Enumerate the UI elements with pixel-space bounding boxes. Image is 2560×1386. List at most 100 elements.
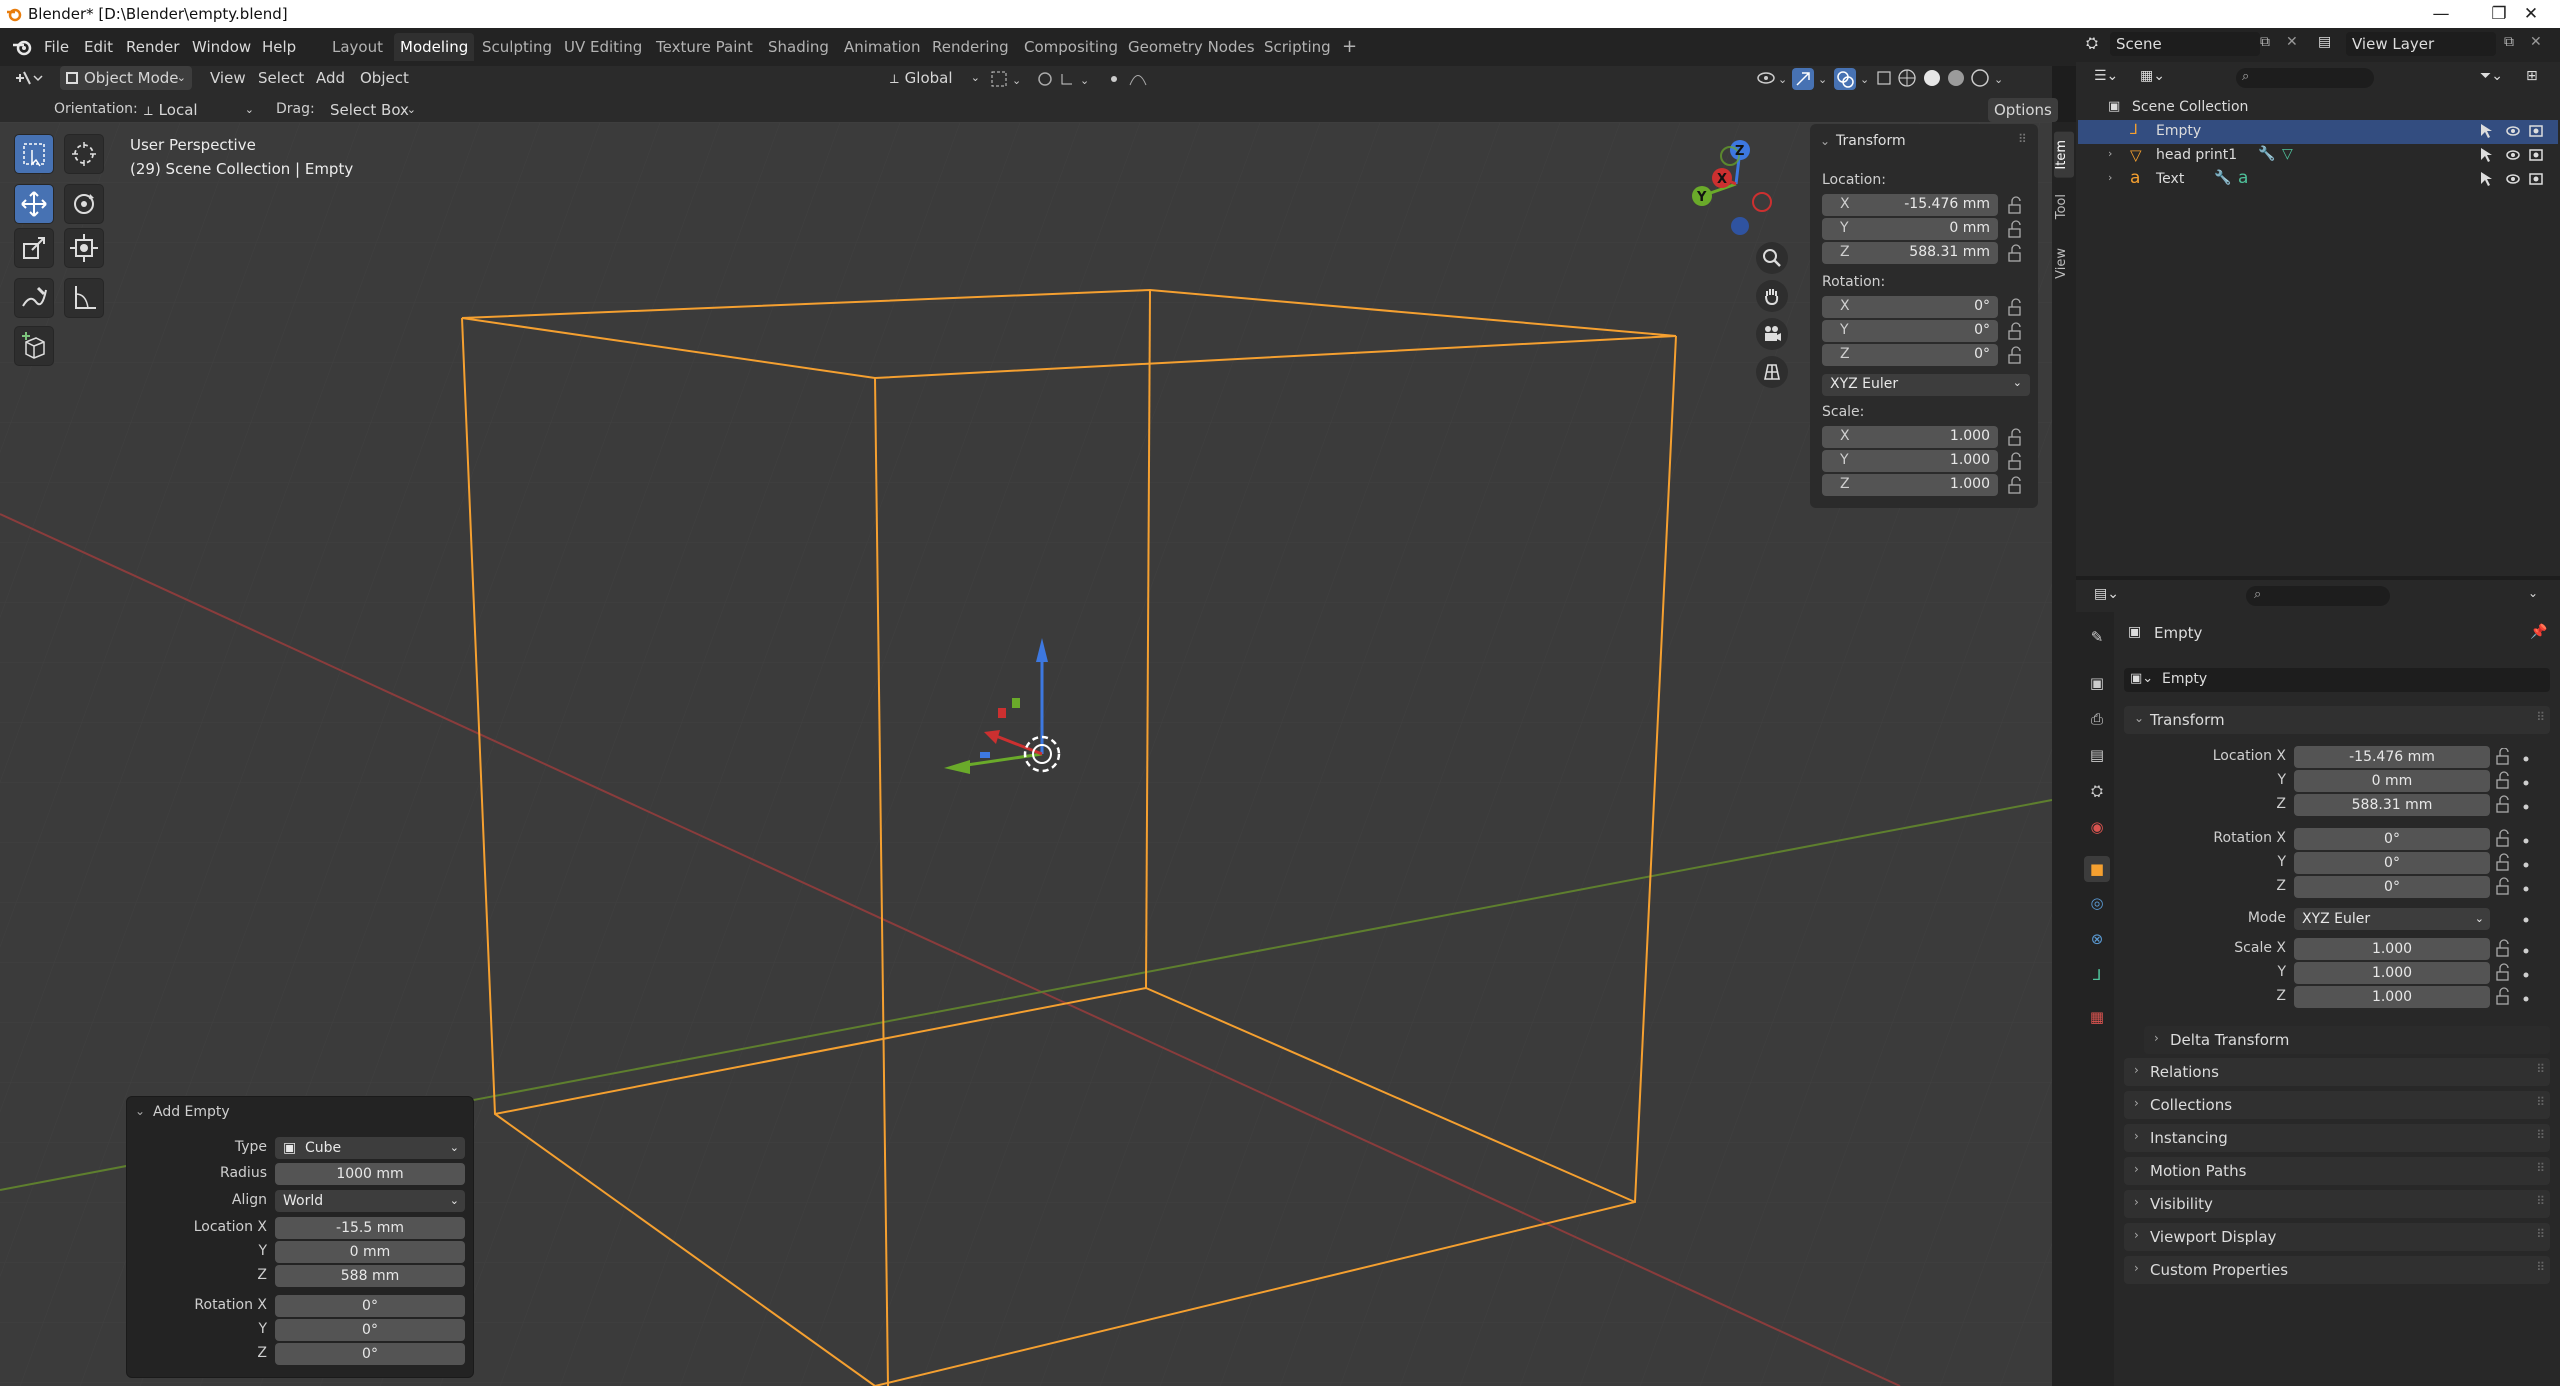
- section-relations[interactable]: › Relations ⠿: [2124, 1058, 2550, 1086]
- tab-shading[interactable]: Shading: [762, 33, 835, 61]
- rotation-y-field[interactable]: Y 0°: [1822, 320, 1998, 342]
- prop-scale-x-field[interactable]: 1.000: [2294, 938, 2490, 960]
- prop-lock-icons[interactable]: [2494, 748, 2534, 1008]
- prop-rotation-x-field[interactable]: 0°: [2294, 828, 2490, 850]
- prop-rotation-y-field[interactable]: 0°: [2294, 852, 2490, 874]
- new-collection-icon[interactable]: ⊞: [2526, 68, 2538, 84]
- sidebar-tab-view[interactable]: View: [2054, 240, 2074, 287]
- outliner-visibility-toggles[interactable]: [2478, 122, 2558, 192]
- delete-scene-icon[interactable]: ✕: [2286, 34, 2298, 50]
- tab-geometry-nodes[interactable]: Geometry Nodes: [1122, 33, 1261, 61]
- select-box-tool[interactable]: [14, 134, 54, 174]
- new-scene-icon[interactable]: ⧉: [2260, 34, 2270, 50]
- menu-view[interactable]: View: [204, 66, 252, 90]
- camera-view-button[interactable]: [1756, 318, 1788, 350]
- mesh-data-icon[interactable]: ▽: [2282, 146, 2293, 162]
- new-view-layer-icon[interactable]: ⧉: [2504, 34, 2514, 50]
- section-motion-paths[interactable]: › Motion Paths ⠿: [2124, 1157, 2550, 1185]
- minimize-button[interactable]: —: [2412, 0, 2470, 28]
- texture-properties-tab[interactable]: ▦: [2084, 1004, 2110, 1030]
- tab-scripting[interactable]: Scripting: [1258, 33, 1337, 61]
- modifier-icon[interactable]: 🔧: [2258, 146, 2275, 162]
- add-location-y-field[interactable]: 0 mm: [275, 1241, 465, 1263]
- editor-type-icon[interactable]: [14, 68, 44, 88]
- rotation-x-field[interactable]: X 0°: [1822, 296, 1998, 318]
- properties-editor-type-icon[interactable]: ▤⌄: [2094, 586, 2119, 602]
- prop-rotation-z-field[interactable]: 0°: [2294, 876, 2490, 898]
- tab-uv-editing[interactable]: UV Editing: [558, 33, 648, 61]
- tab-animation[interactable]: Animation: [838, 33, 926, 61]
- add-location-x-field[interactable]: -15.5 mm: [275, 1217, 465, 1239]
- tab-sculpting[interactable]: Sculpting: [476, 33, 558, 61]
- zoom-button[interactable]: [1756, 242, 1788, 274]
- move-tool[interactable]: [14, 184, 54, 224]
- scene-properties-tab[interactable]: ⛭: [2084, 778, 2110, 804]
- outliner-row-scene-collection[interactable]: ▣ Scene Collection: [2078, 96, 2558, 120]
- add-rotation-y-field[interactable]: 0°: [275, 1319, 465, 1341]
- outliner-search-input[interactable]: ⌕: [2236, 68, 2374, 88]
- rotate-tool[interactable]: [64, 184, 104, 224]
- tool-properties-tab[interactable]: ✎: [2084, 624, 2110, 650]
- object-name-field[interactable]: ▣⌄ Empty: [2124, 668, 2550, 692]
- scale-x-field[interactable]: X 1.000: [1822, 426, 1998, 448]
- prop-location-z-field[interactable]: 588.31 mm: [2294, 794, 2490, 816]
- blender-menu-icon[interactable]: [12, 37, 34, 57]
- transform-orientation-dropdown[interactable]: ⟂ Global ⌄: [884, 66, 984, 90]
- menu-file[interactable]: File: [38, 34, 75, 60]
- transform-section-header[interactable]: ⌄ Transform ⠿: [2124, 706, 2550, 734]
- scale-tool[interactable]: [14, 228, 54, 268]
- delete-view-layer-icon[interactable]: ✕: [2530, 34, 2542, 50]
- snapping-tools[interactable]: ⌄ ⌄: [990, 70, 1170, 88]
- navigation-gizmo[interactable]: Z Y X: [1680, 132, 1788, 236]
- cursor-tool[interactable]: [64, 134, 104, 174]
- close-button[interactable]: ✕: [2502, 0, 2560, 28]
- tab-layout[interactable]: Layout: [326, 33, 389, 61]
- prop-rotation-mode-dropdown[interactable]: XYZ Euler ⌄: [2294, 908, 2490, 930]
- pin-icon[interactable]: 📌: [2530, 624, 2547, 640]
- object-mode-dropdown[interactable]: Object Mode ⌄: [60, 66, 192, 90]
- delta-transform-header[interactable]: › Delta Transform: [2144, 1026, 2550, 1054]
- align-dropdown[interactable]: World ⌄: [275, 1190, 465, 1212]
- view-layer-properties-tab[interactable]: ▤: [2084, 742, 2110, 768]
- drag-dropdown[interactable]: Select Box ⌄: [324, 98, 420, 122]
- radius-field[interactable]: 1000 mm: [275, 1163, 465, 1185]
- add-rotation-z-field[interactable]: 0°: [275, 1343, 465, 1365]
- text-data-icon[interactable]: a: [2238, 168, 2248, 188]
- tab-rendering[interactable]: Rendering: [926, 33, 1015, 61]
- section-collections[interactable]: › Collections ⠿: [2124, 1091, 2550, 1119]
- chevron-down-icon[interactable]: ⌄: [2528, 586, 2538, 600]
- render-properties-tab[interactable]: ▣: [2084, 670, 2110, 696]
- add-location-z-field[interactable]: 588 mm: [275, 1265, 465, 1287]
- scale-y-field[interactable]: Y 1.000: [1822, 450, 1998, 472]
- chevron-down-icon[interactable]: ⌄: [135, 1104, 145, 1118]
- rotation-z-field[interactable]: Z 0°: [1822, 344, 1998, 366]
- outliner-editor-type-icon[interactable]: ☰⌄: [2094, 68, 2118, 84]
- constraint-properties-tab[interactable]: ⊗: [2084, 926, 2110, 952]
- menu-object[interactable]: Object: [354, 66, 415, 90]
- viewport-display-tools[interactable]: ⌄ ⌄ ⌄ ⌄: [1752, 68, 2052, 90]
- display-mode-icon[interactable]: ▦⌄: [2140, 68, 2165, 84]
- rotation-mode-dropdown[interactable]: XYZ Euler ⌄: [1822, 374, 2030, 396]
- object-properties-tab[interactable]: ■: [2084, 856, 2110, 882]
- chevron-right-icon[interactable]: ›: [2108, 147, 2112, 160]
- view-layer-icon[interactable]: ▤: [2318, 34, 2331, 50]
- tab-modeling[interactable]: Modeling: [394, 33, 475, 61]
- scene-icon[interactable]: ⛭: [2086, 34, 2098, 52]
- section-instancing[interactable]: › Instancing ⠿: [2124, 1124, 2550, 1152]
- type-dropdown[interactable]: ▣ Cube ⌄: [275, 1137, 465, 1159]
- menu-render[interactable]: Render: [120, 34, 185, 60]
- menu-add[interactable]: Add: [310, 66, 351, 90]
- location-z-field[interactable]: Z 588.31 mm: [1822, 242, 1998, 264]
- options-button[interactable]: Options: [1988, 98, 2058, 122]
- section-visibility[interactable]: › Visibility ⠿: [2124, 1190, 2550, 1218]
- lock-icons[interactable]: [2006, 196, 2026, 496]
- filter-icon[interactable]: ⏷⌄: [2480, 68, 2503, 84]
- panel-grip-icon[interactable]: ⠿: [2018, 132, 2027, 146]
- menu-help[interactable]: Help: [256, 34, 302, 60]
- object-data-properties-tab[interactable]: ⅃: [2084, 962, 2110, 988]
- orientation-dropdown[interactable]: ⟂ Local ⌄: [138, 98, 260, 122]
- menu-select[interactable]: Select: [252, 66, 310, 90]
- location-y-field[interactable]: Y 0 mm: [1822, 218, 1998, 240]
- sidebar-tab-item[interactable]: Item: [2054, 132, 2074, 178]
- section-viewport-display[interactable]: › Viewport Display ⠿: [2124, 1223, 2550, 1251]
